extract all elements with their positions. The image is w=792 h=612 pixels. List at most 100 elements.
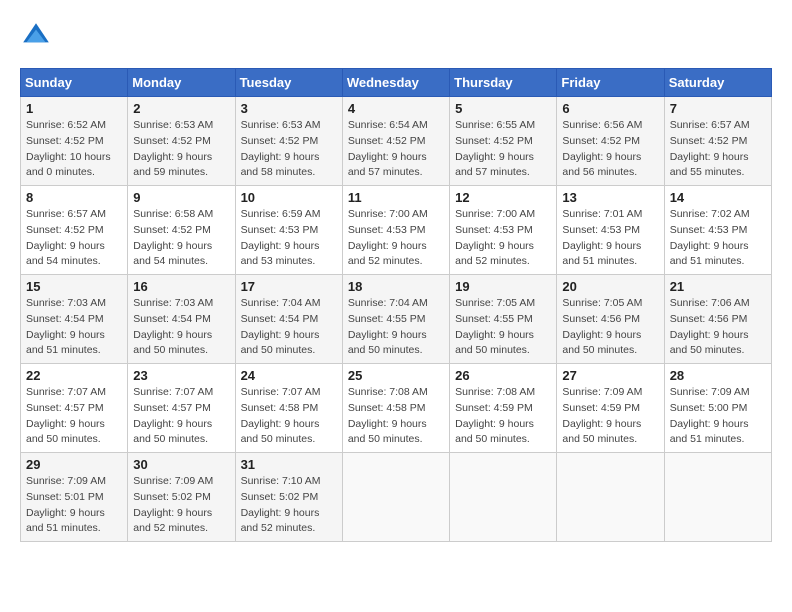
day-info: Sunrise: 7:09 AMSunset: 5:01 PMDaylight:… (26, 474, 122, 537)
calendar-cell: 6 Sunrise: 6:56 AMSunset: 4:52 PMDayligh… (557, 97, 664, 186)
calendar-cell: 15 Sunrise: 7:03 AMSunset: 4:54 PMDaylig… (21, 275, 128, 364)
day-number: 28 (670, 368, 766, 383)
day-info: Sunrise: 7:10 AMSunset: 5:02 PMDaylight:… (241, 474, 337, 537)
calendar-cell: 18 Sunrise: 7:04 AMSunset: 4:55 PMDaylig… (342, 275, 449, 364)
day-number: 23 (133, 368, 229, 383)
calendar-cell: 2 Sunrise: 6:53 AMSunset: 4:52 PMDayligh… (128, 97, 235, 186)
day-number: 7 (670, 101, 766, 116)
day-number: 18 (348, 279, 444, 294)
day-number: 12 (455, 190, 551, 205)
calendar-cell: 27 Sunrise: 7:09 AMSunset: 4:59 PMDaylig… (557, 364, 664, 453)
calendar-cell (664, 453, 771, 542)
calendar-cell: 14 Sunrise: 7:02 AMSunset: 4:53 PMDaylig… (664, 186, 771, 275)
calendar-cell: 19 Sunrise: 7:05 AMSunset: 4:55 PMDaylig… (450, 275, 557, 364)
day-info: Sunrise: 7:08 AMSunset: 4:59 PMDaylight:… (455, 385, 551, 448)
calendar-cell (342, 453, 449, 542)
day-of-week-header: Sunday (21, 69, 128, 97)
day-info: Sunrise: 7:09 AMSunset: 5:02 PMDaylight:… (133, 474, 229, 537)
day-number: 6 (562, 101, 658, 116)
day-number: 15 (26, 279, 122, 294)
day-number: 16 (133, 279, 229, 294)
calendar-cell: 20 Sunrise: 7:05 AMSunset: 4:56 PMDaylig… (557, 275, 664, 364)
day-info: Sunrise: 7:08 AMSunset: 4:58 PMDaylight:… (348, 385, 444, 448)
day-info: Sunrise: 7:00 AMSunset: 4:53 PMDaylight:… (455, 207, 551, 270)
day-number: 9 (133, 190, 229, 205)
calendar-cell (557, 453, 664, 542)
logo (20, 20, 56, 52)
calendar-cell: 31 Sunrise: 7:10 AMSunset: 5:02 PMDaylig… (235, 453, 342, 542)
calendar-cell: 8 Sunrise: 6:57 AMSunset: 4:52 PMDayligh… (21, 186, 128, 275)
calendar-cell: 4 Sunrise: 6:54 AMSunset: 4:52 PMDayligh… (342, 97, 449, 186)
calendar-header: SundayMondayTuesdayWednesdayThursdayFrid… (21, 69, 772, 97)
day-info: Sunrise: 6:52 AMSunset: 4:52 PMDaylight:… (26, 118, 122, 181)
day-number: 20 (562, 279, 658, 294)
day-info: Sunrise: 7:09 AMSunset: 5:00 PMDaylight:… (670, 385, 766, 448)
day-of-week-header: Friday (557, 69, 664, 97)
day-info: Sunrise: 7:07 AMSunset: 4:57 PMDaylight:… (133, 385, 229, 448)
day-number: 30 (133, 457, 229, 472)
day-info: Sunrise: 7:04 AMSunset: 4:55 PMDaylight:… (348, 296, 444, 359)
day-info: Sunrise: 6:56 AMSunset: 4:52 PMDaylight:… (562, 118, 658, 181)
day-number: 10 (241, 190, 337, 205)
calendar-cell: 17 Sunrise: 7:04 AMSunset: 4:54 PMDaylig… (235, 275, 342, 364)
day-of-week-header: Saturday (664, 69, 771, 97)
day-of-week-header: Thursday (450, 69, 557, 97)
calendar-cell (450, 453, 557, 542)
day-number: 27 (562, 368, 658, 383)
calendar-cell: 21 Sunrise: 7:06 AMSunset: 4:56 PMDaylig… (664, 275, 771, 364)
day-info: Sunrise: 6:55 AMSunset: 4:52 PMDaylight:… (455, 118, 551, 181)
day-number: 2 (133, 101, 229, 116)
calendar-cell: 1 Sunrise: 6:52 AMSunset: 4:52 PMDayligh… (21, 97, 128, 186)
day-info: Sunrise: 7:03 AMSunset: 4:54 PMDaylight:… (26, 296, 122, 359)
day-of-week-header: Tuesday (235, 69, 342, 97)
day-info: Sunrise: 7:05 AMSunset: 4:55 PMDaylight:… (455, 296, 551, 359)
day-number: 3 (241, 101, 337, 116)
day-info: Sunrise: 6:53 AMSunset: 4:52 PMDaylight:… (241, 118, 337, 181)
calendar-cell: 5 Sunrise: 6:55 AMSunset: 4:52 PMDayligh… (450, 97, 557, 186)
day-of-week-header: Monday (128, 69, 235, 97)
day-info: Sunrise: 7:06 AMSunset: 4:56 PMDaylight:… (670, 296, 766, 359)
day-number: 21 (670, 279, 766, 294)
day-number: 19 (455, 279, 551, 294)
day-of-week-header: Wednesday (342, 69, 449, 97)
calendar-cell: 13 Sunrise: 7:01 AMSunset: 4:53 PMDaylig… (557, 186, 664, 275)
day-number: 17 (241, 279, 337, 294)
calendar-cell: 28 Sunrise: 7:09 AMSunset: 5:00 PMDaylig… (664, 364, 771, 453)
day-info: Sunrise: 6:58 AMSunset: 4:52 PMDaylight:… (133, 207, 229, 270)
day-number: 5 (455, 101, 551, 116)
day-number: 8 (26, 190, 122, 205)
day-number: 13 (562, 190, 658, 205)
day-info: Sunrise: 6:59 AMSunset: 4:53 PMDaylight:… (241, 207, 337, 270)
calendar-cell: 23 Sunrise: 7:07 AMSunset: 4:57 PMDaylig… (128, 364, 235, 453)
day-info: Sunrise: 6:57 AMSunset: 4:52 PMDaylight:… (26, 207, 122, 270)
day-info: Sunrise: 7:03 AMSunset: 4:54 PMDaylight:… (133, 296, 229, 359)
day-info: Sunrise: 7:00 AMSunset: 4:53 PMDaylight:… (348, 207, 444, 270)
calendar-table: SundayMondayTuesdayWednesdayThursdayFrid… (20, 68, 772, 542)
day-info: Sunrise: 7:01 AMSunset: 4:53 PMDaylight:… (562, 207, 658, 270)
calendar-cell: 7 Sunrise: 6:57 AMSunset: 4:52 PMDayligh… (664, 97, 771, 186)
day-info: Sunrise: 7:02 AMSunset: 4:53 PMDaylight:… (670, 207, 766, 270)
day-info: Sunrise: 7:09 AMSunset: 4:59 PMDaylight:… (562, 385, 658, 448)
day-number: 11 (348, 190, 444, 205)
calendar-cell: 26 Sunrise: 7:08 AMSunset: 4:59 PMDaylig… (450, 364, 557, 453)
day-info: Sunrise: 6:53 AMSunset: 4:52 PMDaylight:… (133, 118, 229, 181)
logo-icon (20, 20, 52, 52)
day-info: Sunrise: 7:04 AMSunset: 4:54 PMDaylight:… (241, 296, 337, 359)
calendar-cell: 3 Sunrise: 6:53 AMSunset: 4:52 PMDayligh… (235, 97, 342, 186)
day-number: 1 (26, 101, 122, 116)
calendar-cell: 10 Sunrise: 6:59 AMSunset: 4:53 PMDaylig… (235, 186, 342, 275)
calendar-cell: 25 Sunrise: 7:08 AMSunset: 4:58 PMDaylig… (342, 364, 449, 453)
day-number: 22 (26, 368, 122, 383)
calendar-cell: 16 Sunrise: 7:03 AMSunset: 4:54 PMDaylig… (128, 275, 235, 364)
day-number: 24 (241, 368, 337, 383)
day-info: Sunrise: 6:54 AMSunset: 4:52 PMDaylight:… (348, 118, 444, 181)
calendar-cell: 9 Sunrise: 6:58 AMSunset: 4:52 PMDayligh… (128, 186, 235, 275)
day-number: 31 (241, 457, 337, 472)
day-number: 14 (670, 190, 766, 205)
calendar-cell: 22 Sunrise: 7:07 AMSunset: 4:57 PMDaylig… (21, 364, 128, 453)
day-number: 25 (348, 368, 444, 383)
day-info: Sunrise: 6:57 AMSunset: 4:52 PMDaylight:… (670, 118, 766, 181)
calendar-cell: 11 Sunrise: 7:00 AMSunset: 4:53 PMDaylig… (342, 186, 449, 275)
calendar-cell: 29 Sunrise: 7:09 AMSunset: 5:01 PMDaylig… (21, 453, 128, 542)
calendar-cell: 12 Sunrise: 7:00 AMSunset: 4:53 PMDaylig… (450, 186, 557, 275)
